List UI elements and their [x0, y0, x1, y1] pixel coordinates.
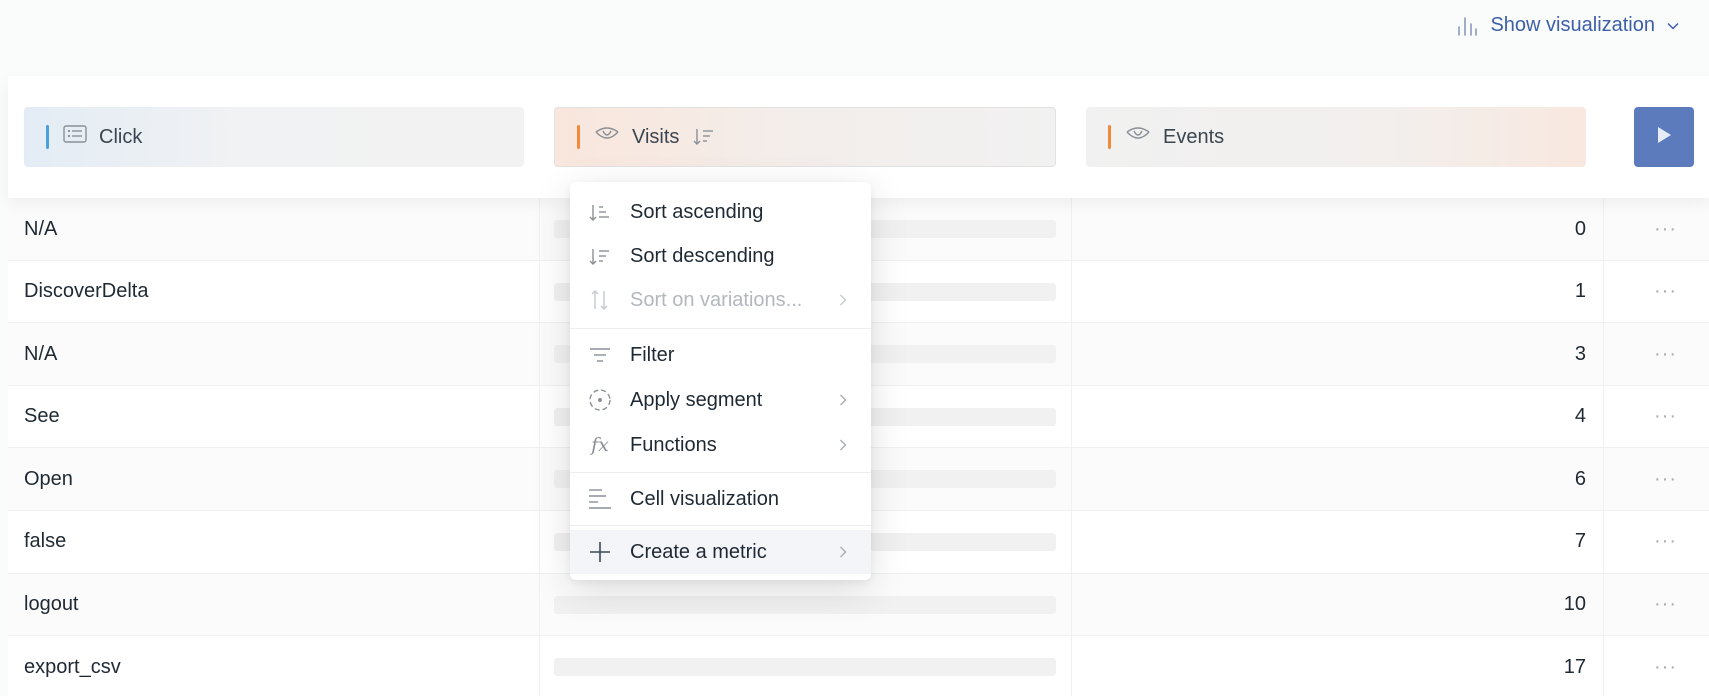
table-header: Click Visits Events	[8, 76, 1709, 198]
row-actions-icon[interactable]: ···	[1654, 323, 1677, 385]
column-chip-visits[interactable]: Visits	[554, 107, 1056, 167]
events-cell: 3	[1574, 342, 1586, 365]
segment-icon	[586, 388, 614, 412]
column-chip-events[interactable]: Events	[1086, 107, 1586, 167]
cell-visualization-icon	[586, 488, 614, 510]
sort-variations-icon	[586, 289, 614, 311]
row-actions-icon[interactable]: ···	[1654, 448, 1677, 510]
eye-icon	[1125, 125, 1151, 149]
menu-item-sort-descending[interactable]: Sort descending	[570, 234, 871, 278]
menu-item-label: Cell visualization	[630, 487, 779, 510]
eye-icon	[594, 125, 620, 149]
bar-chart-icon	[1456, 15, 1478, 37]
column-label: Visits	[632, 125, 680, 148]
row-actions-icon[interactable]: ···	[1654, 386, 1677, 448]
menu-item-label: Sort descending	[630, 244, 775, 267]
click-cell: N/A	[24, 217, 58, 240]
top-toolbar: Show visualization	[0, 0, 1709, 76]
menu-item-sort-on-variations: Sort on variations...	[570, 278, 871, 322]
table-row: export_csv 17 ···	[8, 636, 1709, 696]
row-actions-icon[interactable]: ···	[1654, 574, 1677, 636]
click-cell: DiscoverDelta	[24, 280, 149, 303]
menu-item-label: Apply segment	[630, 388, 763, 411]
events-cell: 17	[1563, 655, 1586, 678]
chevron-right-icon	[839, 423, 847, 467]
plus-icon	[586, 541, 614, 563]
metric-accent-bar	[577, 125, 580, 149]
click-cell: N/A	[24, 342, 58, 365]
menu-item-create-metric[interactable]: Create a metric	[570, 530, 871, 574]
menu-item-label: Filter	[630, 343, 675, 366]
click-cell: logout	[24, 593, 79, 616]
chevron-right-icon	[839, 530, 847, 574]
click-cell: See	[24, 405, 60, 428]
show-visualization-label: Show visualization	[1490, 14, 1655, 36]
events-cell: 7	[1574, 530, 1586, 553]
click-cell: export_csv	[24, 655, 121, 678]
visits-cell-bar	[554, 658, 1056, 677]
events-cell: 10	[1563, 593, 1586, 616]
events-cell: 6	[1574, 467, 1586, 490]
row-actions-icon[interactable]: ···	[1654, 636, 1677, 696]
menu-item-cell-visualization[interactable]: Cell visualization	[570, 477, 871, 521]
sort-descending-icon	[586, 246, 614, 266]
function-icon: fx	[591, 434, 609, 456]
dimension-accent-bar	[46, 125, 49, 149]
column-chip-click[interactable]: Click	[24, 107, 524, 167]
menu-divider	[570, 328, 871, 329]
filter-icon	[586, 346, 614, 364]
chevron-right-icon	[839, 278, 847, 322]
menu-item-label: Sort on variations...	[630, 288, 803, 311]
menu-item-apply-segment[interactable]: Apply segment	[570, 378, 871, 422]
events-cell: 1	[1574, 280, 1586, 303]
row-actions-icon[interactable]: ···	[1654, 198, 1677, 260]
click-cell: false	[24, 530, 67, 553]
events-cell: 4	[1574, 405, 1586, 428]
chevron-down-icon	[1667, 22, 1679, 30]
visits-cell-bar	[554, 595, 1056, 614]
menu-item-filter[interactable]: Filter	[570, 333, 871, 377]
menu-item-label: Create a metric	[630, 540, 767, 563]
sort-ascending-icon	[586, 202, 614, 222]
row-actions-icon[interactable]: ···	[1654, 511, 1677, 573]
click-cell: Open	[24, 467, 73, 490]
row-actions-icon[interactable]: ···	[1654, 261, 1677, 323]
chevron-right-icon	[839, 378, 847, 422]
play-icon	[1656, 126, 1672, 149]
menu-item-functions[interactable]: fx Functions	[570, 423, 871, 467]
menu-item-sort-ascending[interactable]: Sort ascending	[570, 190, 871, 234]
sort-descending-icon[interactable]	[693, 127, 715, 147]
table-row: logout 10 ···	[8, 573, 1709, 637]
menu-divider	[570, 472, 871, 473]
menu-item-label: Functions	[630, 433, 717, 456]
column-label: Click	[99, 125, 143, 148]
list-icon	[63, 124, 87, 150]
run-button[interactable]	[1634, 107, 1694, 167]
menu-item-label: Sort ascending	[630, 200, 764, 223]
events-cell: 0	[1574, 217, 1586, 240]
column-context-menu: Sort ascending Sort descending Sort on v…	[570, 182, 871, 580]
menu-divider	[570, 525, 871, 526]
metric-accent-bar	[1108, 125, 1111, 149]
column-label: Events	[1163, 125, 1225, 148]
show-visualization-button[interactable]: Show visualization	[1456, 14, 1679, 37]
